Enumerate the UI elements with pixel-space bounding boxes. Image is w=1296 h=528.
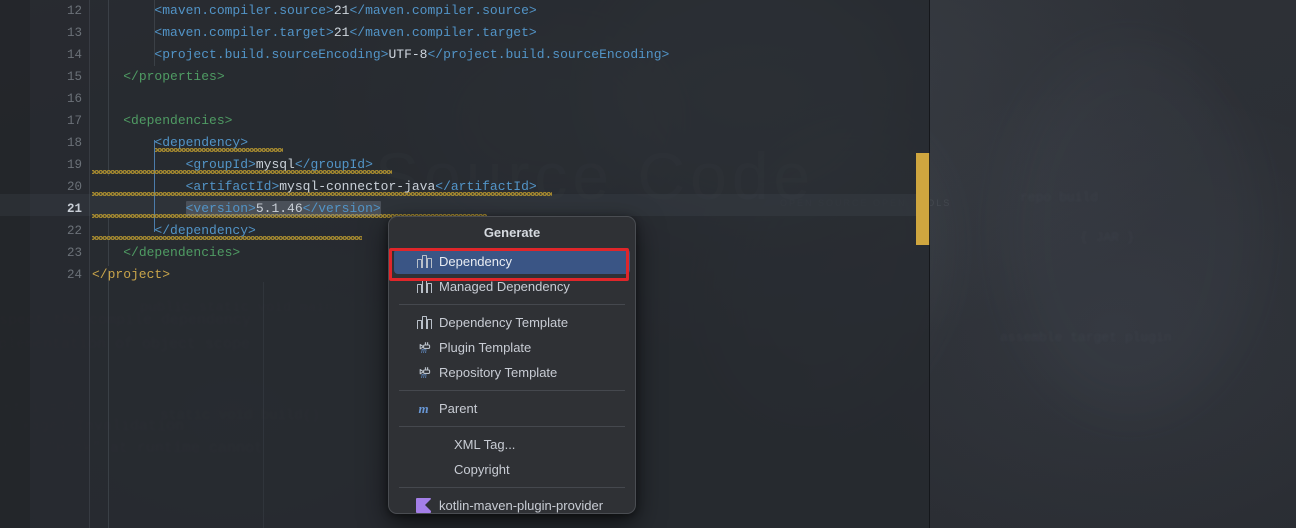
code-token: <version> <box>185 201 256 216</box>
editor-right-border <box>929 0 930 528</box>
code-token: <maven.compiler.source> <box>154 3 334 18</box>
wallpaper-ghost-text: repo build <box>1020 190 1099 205</box>
code-token: <groupId> <box>185 157 256 172</box>
line-number: 24 <box>66 268 82 282</box>
line-number: 23 <box>66 246 82 260</box>
menu-item-parent[interactable]: m Parent <box>394 396 630 421</box>
code-token: <dependencies> <box>123 113 233 128</box>
code-token: </dependency> <box>154 223 256 238</box>
code-line[interactable]: <groupId>mysql</groupId> <box>92 154 373 176</box>
code-token: </artifactId> <box>435 179 537 194</box>
line-number: 20 <box>66 180 82 194</box>
menu-separator <box>399 487 625 488</box>
menu-item-label: Parent <box>439 401 478 416</box>
line-number: 12 <box>66 4 82 18</box>
code-line[interactable]: </dependency> <box>92 220 256 242</box>
menu-item-dependency-template[interactable]: Dependency Template <box>394 310 630 335</box>
line-number: 17 <box>66 114 82 128</box>
line-number: 16 <box>66 92 82 106</box>
plugin-icon: m <box>416 340 431 355</box>
code-line[interactable]: <project.build.sourceEncoding>UTF-8</pro… <box>92 44 669 66</box>
code-token: </properties> <box>123 69 225 84</box>
popup-title: Generate <box>483 225 541 240</box>
line-number: 15 <box>66 70 82 84</box>
menu-item-label: kotlin-maven-plugin-provider <box>439 498 604 513</box>
popup-items-container: Dependency Managed Dependency Dependency T… <box>389 249 635 513</box>
code-line[interactable]: <dependencies> <box>92 110 232 132</box>
code-line[interactable]: <dependency> <box>92 132 248 154</box>
code-token: </project> <box>92 267 171 282</box>
scrollbar-marker[interactable] <box>916 153 930 245</box>
code-line[interactable]: <maven.compiler.target>21</maven.compile… <box>92 22 537 44</box>
line-number: 13 <box>66 26 82 40</box>
menu-separator <box>399 390 625 391</box>
line-number: 18 <box>66 136 82 150</box>
annotation-highlight-box <box>389 248 629 281</box>
menu-item-label: Plugin Template <box>439 340 532 355</box>
line-number: 22 <box>66 224 82 238</box>
code-token: 21 <box>333 25 350 40</box>
menu-item-label: XML Tag... <box>454 437 516 452</box>
code-token: mysql <box>255 157 295 172</box>
code-line[interactable]: </dependencies> <box>92 242 240 264</box>
menu-item-xml-tag[interactable]: XML Tag... <box>394 432 630 457</box>
editor-left-strip <box>0 0 30 528</box>
line-number: 19 <box>66 158 82 172</box>
menu-item-label: Managed Dependency <box>439 279 570 294</box>
code-token: </dependencies> <box>123 245 241 260</box>
code-line[interactable]: <artifactId>mysql-connector-java</artifa… <box>92 176 537 198</box>
menu-item-kotlin-maven-plugin-provider[interactable]: kotlin-maven-plugin-provider <box>394 493 630 513</box>
code-token: <artifactId> <box>185 179 280 194</box>
plugin-icon: m <box>416 365 431 380</box>
indent-guide <box>108 270 109 528</box>
menu-item-plugin-template[interactable]: m Plugin Template <box>394 335 630 360</box>
code-token: UTF-8 <box>388 47 428 62</box>
kotlin-icon <box>416 498 432 513</box>
code-token: <project.build.sourceEncoding> <box>154 47 389 62</box>
menu-item-copyright[interactable]: Copyright <box>394 457 630 482</box>
menu-separator <box>399 304 625 305</box>
line-number: 21 <box>66 202 82 216</box>
code-token: </maven.compiler.target> <box>349 25 537 40</box>
code-token: 21 <box>333 3 350 18</box>
maven-m-icon: m <box>418 401 429 416</box>
menu-item-label: Copyright <box>454 462 510 477</box>
code-token: </maven.compiler.source> <box>349 3 537 18</box>
code-line[interactable]: <maven.compiler.source>21</maven.compile… <box>92 0 537 22</box>
code-token: </groupId> <box>294 157 373 172</box>
indent-guide <box>263 282 264 528</box>
code-line[interactable]: </properties> <box>92 66 225 88</box>
code-line[interactable]: <version>5.1.46</version> <box>92 198 381 220</box>
code-token: mysql-connector-java <box>279 179 436 194</box>
code-token: </version> <box>302 201 381 216</box>
menu-separator <box>399 426 625 427</box>
dependency-icon <box>416 315 432 330</box>
code-line[interactable]: </project> <box>92 264 170 286</box>
code-token: <dependency> <box>154 135 249 150</box>
code-token: <maven.compiler.target> <box>154 25 334 40</box>
wallpaper-ghost-text: { JAR } <box>1080 230 1135 245</box>
line-number: 14 <box>66 48 82 62</box>
code-token: 5.1.46 <box>255 201 303 216</box>
gutter-separator <box>89 0 90 528</box>
wallpaper-ghost-text: assemble target plugin <box>1000 330 1172 345</box>
menu-item-repository-template[interactable]: m Repository Template <box>394 360 630 385</box>
menu-item-label: Repository Template <box>439 365 558 380</box>
dependency-icon <box>416 279 432 294</box>
code-token: </project.build.sourceEncoding> <box>427 47 670 62</box>
menu-item-label: Dependency Template <box>439 315 569 330</box>
